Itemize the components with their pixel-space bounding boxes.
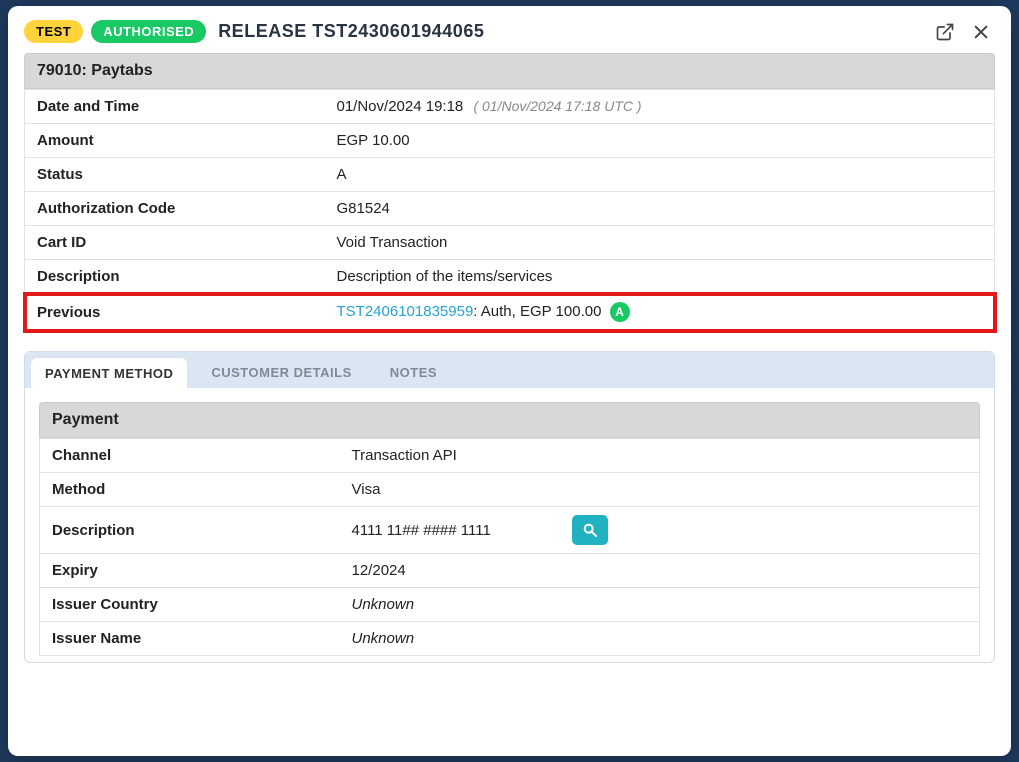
row-amount: Amount EGP 10.00 [25,124,995,158]
value-method: Visa [340,473,980,507]
label-auth-code: Authorization Code [25,192,325,226]
payment-section-header: Payment [39,402,980,438]
badge-authorised: AUTHORISED [91,20,206,43]
value-description: Description of the items/services [325,260,995,294]
date-time-utc: ( 01/Nov/2024 17:18 UTC ) [473,98,641,114]
label-channel: Channel [40,439,340,473]
header-actions [935,22,989,42]
label-method: Method [40,473,340,507]
row-date-time: Date and Time 01/Nov/2024 19:18 ( 01/Nov… [25,90,995,124]
card-number-masked: 4111 11## #### 1111 [352,522,572,539]
row-previous: Previous TST2406101835959: Auth, EGP 100… [25,294,995,331]
row-channel: Channel Transaction API [40,439,980,473]
tab-content: Payment Channel Transaction API Method V… [25,388,994,656]
previous-transaction-link[interactable]: TST2406101835959 [337,303,474,320]
row-cart-id: Cart ID Void Transaction [25,226,995,260]
value-issuer-country: Unknown [340,588,980,622]
tab-payment-method[interactable]: PAYMENT METHOD [31,358,187,389]
value-auth-code: G81524 [325,192,995,226]
label-status: Status [25,158,325,192]
row-expiry: Expiry 12/2024 [40,554,980,588]
value-amount: EGP 10.00 [325,124,995,158]
modal-header: TEST AUTHORISED RELEASE TST2430601944065 [24,20,995,43]
tab-customer-details[interactable]: CUSTOMER DETAILS [197,357,365,388]
card-search-button[interactable] [572,515,608,545]
row-card-description: Description 4111 11## #### 1111 [40,507,980,554]
label-previous: Previous [25,294,325,331]
label-expiry: Expiry [40,554,340,588]
value-previous: TST2406101835959: Auth, EGP 100.00 A [325,294,995,331]
external-link-icon[interactable] [935,22,955,42]
badge-test: TEST [24,20,83,43]
label-date-time: Date and Time [25,90,325,124]
row-issuer-country: Issuer Country Unknown [40,588,980,622]
value-channel: Transaction API [340,439,980,473]
previous-status-pill: A [610,302,630,322]
value-expiry: 12/2024 [340,554,980,588]
value-issuer-name: Unknown [340,622,980,656]
row-issuer-name: Issuer Name Unknown [40,622,980,656]
row-description: Description Description of the items/ser… [25,260,995,294]
label-card-description: Description [40,507,340,554]
label-cart-id: Cart ID [25,226,325,260]
tabs-container: PAYMENT METHOD CUSTOMER DETAILS NOTES Pa… [24,351,995,663]
label-issuer-country: Issuer Country [40,588,340,622]
tabs-bar: PAYMENT METHOD CUSTOMER DETAILS NOTES [25,352,994,388]
merchant-section-header: 79010: Paytabs [24,53,995,89]
label-issuer-name: Issuer Name [40,622,340,656]
transaction-modal: TEST AUTHORISED RELEASE TST2430601944065… [8,6,1011,756]
previous-rest-text: : Auth, EGP 100.00 [473,303,601,320]
modal-title: RELEASE TST2430601944065 [218,21,927,42]
close-icon[interactable] [973,24,989,40]
details-table: Date and Time 01/Nov/2024 19:18 ( 01/Nov… [24,89,995,331]
row-method: Method Visa [40,473,980,507]
value-cart-id: Void Transaction [325,226,995,260]
row-auth-code: Authorization Code G81524 [25,192,995,226]
value-status: A [325,158,995,192]
label-description: Description [25,260,325,294]
value-date-time: 01/Nov/2024 19:18 ( 01/Nov/2024 17:18 UT… [325,90,995,124]
row-status: Status A [25,158,995,192]
payment-table: Channel Transaction API Method Visa Desc… [39,438,980,656]
value-card-description: 4111 11## #### 1111 [340,507,980,554]
date-time-local: 01/Nov/2024 19:18 [337,98,464,115]
label-amount: Amount [25,124,325,158]
tab-notes[interactable]: NOTES [376,357,451,388]
